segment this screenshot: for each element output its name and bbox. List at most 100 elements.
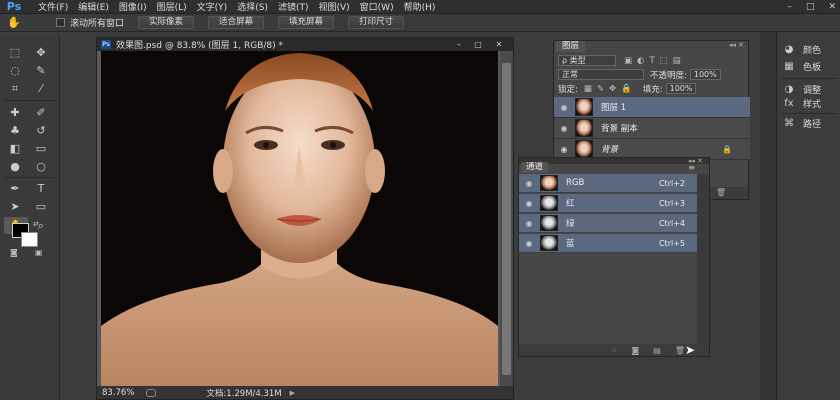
opacity-input[interactable]: 100%: [689, 69, 721, 80]
save-selection-icon[interactable]: ◙: [632, 346, 640, 355]
ps-file-icon: Ps: [101, 40, 111, 49]
channel-row-green[interactable]: ◉ 绿 Ctrl+4: [519, 214, 697, 233]
visibility-eye-icon[interactable]: ◉: [557, 145, 571, 154]
panel-menu-icon[interactable]: ≡: [688, 163, 695, 172]
scrollbar-thumb[interactable]: [502, 63, 511, 375]
visibility-eye-icon[interactable]: ◉: [522, 199, 536, 208]
channel-row-blue[interactable]: ◉ 蓝 Ctrl+5: [519, 234, 697, 253]
healing-tool-icon[interactable]: ✚: [4, 104, 26, 121]
channel-name: RGB: [566, 178, 585, 188]
dock-separator: [781, 78, 837, 79]
dodge-tool-icon[interactable]: ○: [30, 158, 52, 175]
blur-tool-icon[interactable]: ●: [4, 158, 26, 175]
mouse-cursor-icon: ➤: [685, 343, 696, 357]
lasso-tool-icon[interactable]: ◌: [4, 62, 26, 79]
menu-select[interactable]: 选择(S): [237, 0, 268, 13]
restore-button[interactable]: □: [806, 2, 815, 12]
swatches-icon: ▦: [784, 60, 794, 72]
eyedropper-tool-icon[interactable]: ⁄: [30, 80, 52, 97]
layer-filter-icons[interactable]: ▣◐T⬚▤: [624, 56, 686, 66]
new-channel-icon[interactable]: ▤: [653, 346, 661, 355]
dock-separator: [781, 113, 837, 114]
layer-filter-select[interactable]: ρ 类型: [558, 55, 616, 66]
screen-mode-icon[interactable]: ▣: [35, 248, 43, 257]
visibility-eye-icon[interactable]: ◉: [522, 239, 536, 248]
quick-mask-icon[interactable]: ◙: [10, 248, 18, 257]
history-brush-tool-icon[interactable]: ↺: [30, 122, 52, 139]
dock-label: 色板: [803, 62, 822, 73]
status-menu-arrow-icon[interactable]: ▶: [290, 389, 295, 397]
minimize-button[interactable]: –: [787, 2, 792, 12]
actual-pixels-button[interactable]: 实际像素: [138, 16, 195, 29]
visibility-eye-icon[interactable]: ◉: [522, 179, 536, 188]
menu-file[interactable]: 文件(F): [38, 0, 68, 13]
dock-color[interactable]: ◕ 颜色: [781, 42, 839, 56]
type-tool-icon[interactable]: T: [30, 180, 52, 197]
scroll-all-windows-label: 滚动所有窗口: [70, 19, 125, 29]
dock-adjustments[interactable]: ◑ 调整: [781, 82, 839, 96]
eraser-tool-icon[interactable]: ◧: [4, 140, 26, 157]
channels-bottom-bar: ⁘ ◙ ▤ 🗑: [519, 344, 709, 356]
background-color-swatch[interactable]: [21, 232, 38, 247]
panel-collapse-icon[interactable]: ◂◂ ✕: [729, 41, 744, 49]
vertical-scrollbar[interactable]: [500, 51, 513, 387]
menu-help[interactable]: 帮助(H): [404, 0, 436, 13]
dock-styles[interactable]: fx 样式: [781, 96, 839, 110]
channel-row-rgb[interactable]: ◉ RGB Ctrl+2: [519, 174, 697, 193]
quick-select-tool-icon[interactable]: ✎: [30, 62, 52, 79]
channel-row-red[interactable]: ◉ 红 Ctrl+3: [519, 194, 697, 213]
menu-view[interactable]: 视图(V): [318, 0, 349, 13]
delete-channel-icon[interactable]: 🗑: [675, 346, 685, 355]
channels-scrollbar[interactable]: [697, 174, 709, 348]
visibility-eye-icon[interactable]: ◉: [557, 124, 571, 133]
color-icon: ◕: [784, 43, 794, 55]
layer-thumbnail: [575, 98, 593, 116]
doc-minimize-button[interactable]: –: [451, 40, 467, 49]
close-button[interactable]: ✕: [828, 2, 836, 12]
channels-tab[interactable]: 通道: [521, 162, 549, 173]
menu-window[interactable]: 窗口(W): [360, 0, 394, 13]
fill-screen-button[interactable]: 填充屏幕: [278, 16, 335, 29]
move-tool-icon[interactable]: ✥: [30, 44, 52, 61]
image-canvas[interactable]: [101, 51, 498, 387]
zoom-level[interactable]: 83.76%: [102, 388, 134, 398]
layer-row[interactable]: ◉ 背景 副本: [554, 118, 750, 139]
lock-icon: 🔒: [722, 144, 732, 154]
status-icon: [146, 388, 157, 397]
doc-restore-button[interactable]: □: [470, 40, 486, 49]
crop-tool-icon[interactable]: ⌗: [4, 80, 26, 97]
dock-swatches[interactable]: ▦ 色板: [781, 59, 839, 73]
delete-layer-icon[interactable]: 🗑: [716, 188, 726, 197]
paths-icon: ⌘: [784, 117, 794, 129]
menu-image[interactable]: 图像(I): [119, 0, 147, 13]
menu-filter[interactable]: 滤镜(T): [278, 0, 309, 13]
lock-icons[interactable]: ▦✎✥🔒: [584, 84, 637, 94]
fit-screen-button[interactable]: 适合屏幕: [208, 16, 265, 29]
layer-row[interactable]: ◉ 图层 1: [554, 97, 750, 118]
brush-tool-icon[interactable]: ✐: [30, 104, 52, 121]
dock-paths[interactable]: ⌘ 路径: [781, 116, 839, 130]
layers-tab[interactable]: 图层: [556, 41, 586, 52]
scroll-all-windows-checkbox[interactable]: [56, 18, 65, 27]
menu-type[interactable]: 文字(Y): [197, 0, 228, 13]
hand-tool-icon[interactable]: ✋: [0, 16, 28, 29]
doc-close-button[interactable]: ✕: [491, 40, 507, 49]
marquee-tool-icon[interactable]: ⬚: [4, 44, 26, 61]
print-size-button[interactable]: 打印尺寸: [348, 16, 405, 29]
visibility-eye-icon[interactable]: ◉: [522, 219, 536, 228]
layer-thumbnail: [575, 140, 593, 158]
visibility-eye-icon[interactable]: ◉: [557, 103, 571, 112]
load-selection-icon[interactable]: ⁘: [611, 346, 618, 355]
menu-edit[interactable]: 编辑(E): [78, 0, 109, 13]
portrait-image: [101, 51, 498, 387]
swap-colors-icon[interactable]: ⇄: [33, 220, 39, 228]
fill-input[interactable]: 100%: [665, 83, 697, 94]
gradient-tool-icon[interactable]: ▭: [30, 140, 52, 157]
stamp-tool-icon[interactable]: ♣: [4, 122, 26, 139]
path-select-tool-icon[interactable]: ➤: [4, 198, 26, 215]
blend-mode-select[interactable]: 正常: [558, 69, 644, 80]
channel-name: 绿: [566, 219, 575, 229]
pen-tool-icon[interactable]: ✒: [4, 180, 26, 197]
menu-layer[interactable]: 图层(L): [157, 0, 187, 13]
rectangle-tool-icon[interactable]: ▭: [30, 198, 52, 215]
